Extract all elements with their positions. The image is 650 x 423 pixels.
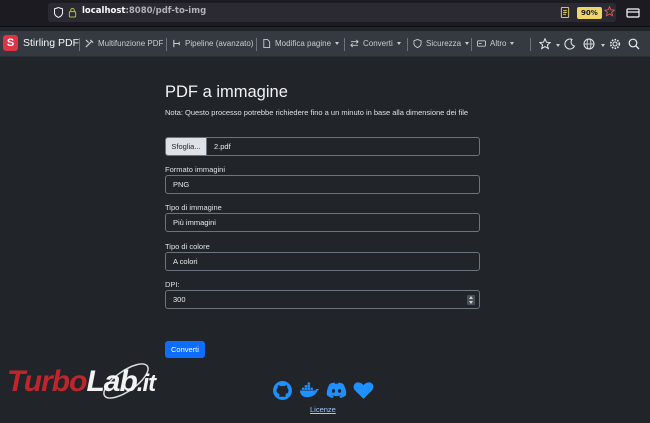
dpi-input[interactable]: 300 [165,290,480,309]
nav-item-label: Multifunzione PDF [98,39,164,48]
tools-icon [85,39,94,48]
nav-item-pipeline[interactable]: Pipeline (avanzato) [172,39,253,48]
footer-links [272,380,380,401]
watermark-part-turbo: Turbo [7,365,87,398]
lock-icon[interactable] [68,7,77,18]
image-type-label: Tipo di immagine [165,203,222,212]
nav-divider [256,38,257,51]
pipeline-icon [173,39,180,48]
app-navbar: S Stirling PDF Multifunzione PDF Pipelin… [0,31,650,57]
nav-divider [471,38,472,51]
shield-icon [413,39,422,48]
format-value: PNG [173,180,190,189]
extension-icon[interactable] [626,6,640,20]
nav-divider [79,38,80,51]
chevron-down-icon [465,42,470,45]
watermark-swoosh-icon [103,363,149,399]
address-bar[interactable]: localhost:8080/pdf-to-img 90% [48,3,616,22]
reader-icon[interactable] [560,7,570,18]
heart-icon[interactable] [353,380,374,401]
dpi-value: 300 [173,295,186,304]
image-type-value: Più immagini [173,218,216,227]
nav-divider [344,38,345,51]
nav-divider [166,38,167,51]
docker-icon[interactable] [299,380,320,401]
url-host: localhost [82,6,126,16]
nav-divider [530,38,531,51]
nav-item-label: Pipeline (avanzato) [185,39,254,48]
nav-divider [407,38,408,51]
format-select[interactable]: PNG [165,175,480,194]
image-type-select[interactable]: Più immagini [165,213,480,232]
color-type-select[interactable]: A colori [165,252,480,271]
globe-icon[interactable] [583,38,595,50]
file-edit-icon [263,39,271,48]
github-icon[interactable] [272,380,293,401]
moon-icon[interactable] [564,38,576,50]
gear-icon[interactable] [609,38,621,50]
brand-name: Stirling PDF [23,37,80,49]
url-text[interactable]: localhost:8080/pdf-to-img [82,6,206,16]
nav-item-label: Sicurezza [426,39,462,48]
nav-item-label: Modifica pagine [275,39,332,48]
url-path: :8080/pdf-to-img [125,6,207,16]
arrows-icon [350,39,359,48]
card-icon [477,40,486,47]
browse-button[interactable]: Sfoglia... [166,138,207,155]
search-icon[interactable] [628,38,640,50]
nav-item-label: Altro [490,39,507,48]
page-title: PDF a immagine [165,83,288,101]
browser-toolbar: localhost:8080/pdf-to-img 90% [0,0,650,27]
chevron-down-icon[interactable] [556,44,560,47]
convert-button[interactable]: Converti [165,341,205,358]
star-icon[interactable] [539,38,551,50]
zoom-badge[interactable]: 90% [577,7,602,19]
file-input[interactable]: Sfoglia... 2.pdf [165,137,480,156]
color-type-label: Tipo di colore [165,242,210,251]
dpi-stepper[interactable] [467,295,475,305]
pdf-to-image-form: PDF a immagine Nota: Questo processo pot… [165,83,481,358]
file-name: 2.pdf [214,142,231,151]
chevron-down-icon [510,42,515,45]
nav-item-converti[interactable]: Converti [350,39,401,48]
dpi-label: DPI: [165,280,180,289]
brand[interactable]: S Stirling PDF [3,35,79,51]
license-link[interactable]: Licenze [310,405,336,414]
nav-item-label: Converti [363,39,393,48]
chevron-down-icon [396,42,401,45]
nav-item-modifica-pagine[interactable]: Modifica pagine [262,39,340,48]
bookmark-star-icon[interactable] [604,6,615,17]
nav-item-altro[interactable]: Altro [477,39,515,48]
brand-logo: S [3,35,18,51]
color-type-value: A colori [173,257,198,266]
chevron-down-icon [335,42,340,45]
format-label: Formato immagini [165,165,226,174]
nav-item-sicurezza[interactable]: Sicurezza [413,39,470,48]
nav-item-multifunzione[interactable]: Multifunzione PDF [85,39,163,48]
discord-icon[interactable] [326,380,347,401]
shield-icon[interactable] [54,7,63,18]
chevron-down-icon[interactable] [601,44,605,47]
processing-note: Nota: Questo processo potrebbe richieder… [165,108,469,117]
